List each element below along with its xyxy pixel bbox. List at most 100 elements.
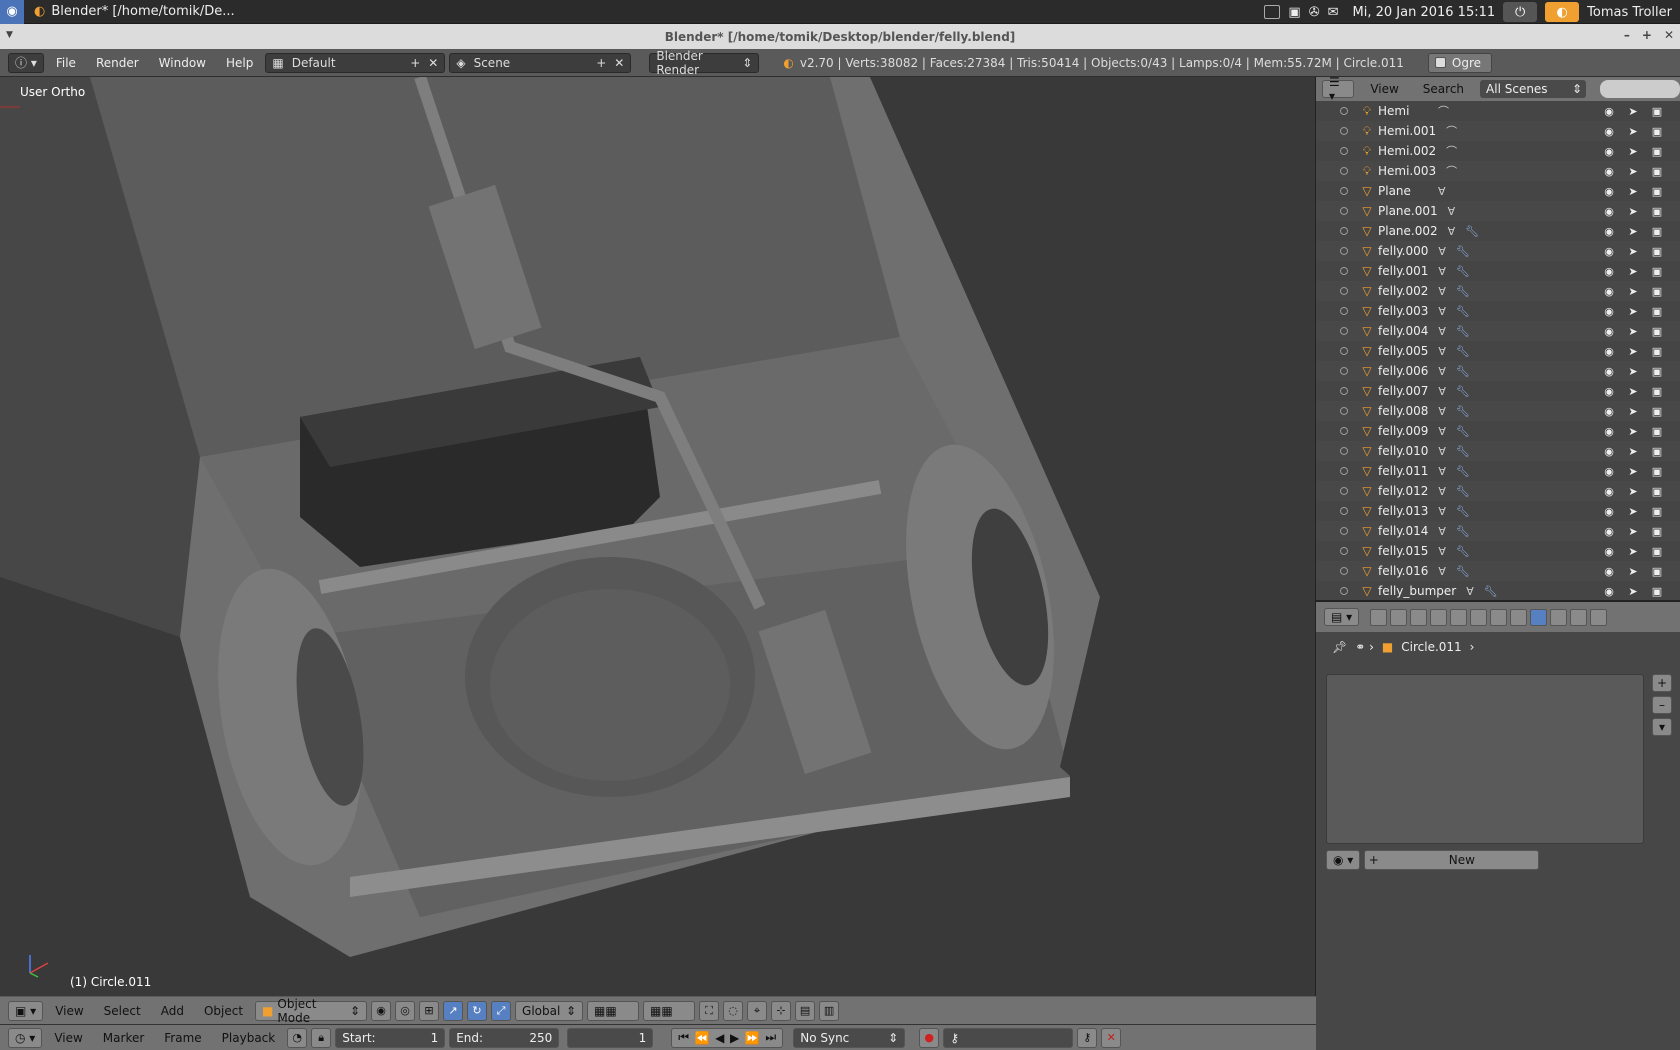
expand-icon[interactable] [1340, 487, 1348, 495]
scale-icon[interactable]: ⤢ [491, 1000, 512, 1021]
outliner-item-name[interactable]: Hemi.003 [1378, 164, 1436, 178]
mesh-data-icon[interactable]: ∀ [1438, 485, 1446, 498]
outliner-item[interactable]: 💡︎ Hemi.001 ⌒ ◉ ➤ ▣ [1316, 121, 1680, 141]
lock-icon[interactable]: ⛶ [699, 1000, 720, 1021]
outliner-item[interactable]: ▽ felly.016 ∀ 🔧︎ ◉ ➤ ▣ [1316, 561, 1680, 581]
visibility-icon[interactable]: ◉ [1602, 105, 1616, 118]
outliner-item[interactable]: ▽ felly.008 ∀ 🔧︎ ◉ ➤ ▣ [1316, 401, 1680, 421]
visibility-icon[interactable]: ◉ [1602, 545, 1616, 558]
lamp-data-icon[interactable]: ⌒ [1446, 123, 1457, 139]
selectable-icon[interactable]: ➤ [1626, 545, 1640, 558]
expand-icon[interactable] [1340, 247, 1348, 255]
visibility-icon[interactable]: ◉ [1602, 185, 1616, 198]
outliner-item[interactable]: ▽ felly.006 ∀ 🔧︎ ◉ ➤ ▣ [1316, 361, 1680, 381]
editor-type-outliner[interactable]: ☰ ▾ [1322, 77, 1355, 103]
outliner-item-name[interactable]: felly.000 [1378, 244, 1428, 258]
outliner-item-name[interactable]: felly.012 [1378, 484, 1428, 498]
selectable-icon[interactable]: ➤ [1626, 225, 1640, 238]
expand-icon[interactable] [1340, 287, 1348, 295]
menu-playback[interactable]: Playback [214, 1031, 284, 1045]
selectable-icon[interactable]: ➤ [1626, 265, 1640, 278]
outliner-item-name[interactable]: felly.013 [1378, 504, 1428, 518]
preview-range-icon[interactable]: ◔ [287, 1027, 308, 1048]
outliner-item[interactable]: ▽ felly_bumper ∀ 🔧︎ ◉ ➤ ▣ [1316, 581, 1680, 600]
selectable-icon[interactable]: ➤ [1626, 105, 1640, 118]
visibility-icon[interactable]: ◉ [1602, 165, 1616, 178]
editor-type-3d[interactable]: ▣ ▾ [8, 1000, 44, 1021]
modifier-icon[interactable]: 🔧︎ [1456, 425, 1470, 438]
renderable-icon[interactable]: ▣ [1650, 485, 1664, 498]
outliner-item[interactable]: ▽ felly.012 ∀ 🔧︎ ◉ ➤ ▣ [1316, 481, 1680, 501]
mesh-data-icon[interactable]: ∀ [1448, 205, 1456, 218]
outliner-item[interactable]: ▽ Plane.002 ∀ 🔧︎ ◉ ➤ ▣ [1316, 221, 1680, 241]
outliner-item[interactable]: ▽ Plane ∀ ◉ ➤ ▣ [1316, 181, 1680, 201]
menu-render[interactable]: Render [88, 56, 147, 70]
lamp-data-icon[interactable]: ⌒ [1438, 103, 1449, 119]
expand-icon[interactable] [1340, 307, 1348, 315]
outliner-item-name[interactable]: felly.014 [1378, 524, 1428, 538]
camera-icon[interactable]: ▥ [819, 1000, 840, 1021]
dropbox-icon[interactable]: ▣ [1288, 5, 1300, 20]
selectable-icon[interactable]: ➤ [1626, 345, 1640, 358]
mesh-data-icon[interactable]: ∀ [1438, 425, 1446, 438]
menu-add[interactable]: Add [153, 1004, 192, 1018]
outliner-search-input[interactable] [1600, 80, 1680, 98]
outliner-item[interactable]: ▽ felly.014 ∀ 🔧︎ ◉ ➤ ▣ [1316, 521, 1680, 541]
visibility-icon[interactable]: ◉ [1602, 145, 1616, 158]
selectable-icon[interactable]: ➤ [1626, 145, 1640, 158]
outliner-item-name[interactable]: felly.003 [1378, 304, 1428, 318]
mesh-data-icon[interactable]: ∀ [1438, 385, 1446, 398]
renderable-icon[interactable]: ▣ [1650, 265, 1664, 278]
expand-icon[interactable] [1340, 467, 1348, 475]
playback-controls[interactable]: ⏮ ⏪ ◀ ▶ ⏩ ⏭ [671, 1027, 784, 1048]
layer-buttons[interactable]: ▦▦ [587, 1000, 640, 1021]
outliner-item-name[interactable]: felly.006 [1378, 364, 1428, 378]
menu-marker[interactable]: Marker [95, 1031, 152, 1045]
visibility-icon[interactable]: ◉ [1602, 245, 1616, 258]
modifier-icon[interactable]: 🔧︎ [1456, 525, 1470, 538]
modifier-icon[interactable]: 🔧︎ [1456, 385, 1470, 398]
expand-icon[interactable] [1340, 547, 1348, 555]
maximize-icon[interactable]: + [1642, 28, 1652, 42]
selectable-icon[interactable]: ➤ [1626, 565, 1640, 578]
selectable-icon[interactable]: ➤ [1626, 125, 1640, 138]
mesh-data-icon[interactable]: ∀ [1438, 345, 1446, 358]
material-browse-button[interactable]: ◉ ▾ [1326, 850, 1361, 870]
material-tab-icon[interactable] [1530, 608, 1548, 626]
outliner-item[interactable]: ▽ felly.007 ∀ 🔧︎ ◉ ➤ ▣ [1316, 381, 1680, 401]
modifier-icon[interactable]: 🔧︎ [1456, 265, 1470, 278]
3d-viewport[interactable]: User Ortho (1) Circle.011 [0, 77, 1316, 996]
visibility-icon[interactable]: ◉ [1602, 505, 1616, 518]
menu-view[interactable]: View [46, 1031, 90, 1045]
insert-key-icon[interactable]: ⚷ [1077, 1027, 1098, 1048]
selectable-icon[interactable]: ➤ [1626, 325, 1640, 338]
renderable-icon[interactable]: ▣ [1650, 305, 1664, 318]
mesh-data-icon[interactable]: ∀ [1438, 305, 1446, 318]
modifiers-tab-icon[interactable] [1490, 608, 1508, 626]
outliner-item-name[interactable]: Plane [1378, 184, 1428, 198]
expand-icon[interactable] [1340, 187, 1348, 195]
renderable-icon[interactable]: ▣ [1650, 545, 1664, 558]
mesh-data-icon[interactable]: ∀ [1438, 405, 1446, 418]
renderable-icon[interactable]: ▣ [1650, 365, 1664, 378]
remove-icon[interactable]: ✕ [614, 56, 624, 70]
mesh-data-icon[interactable]: ∀ [1438, 465, 1446, 478]
selectable-icon[interactable]: ➤ [1626, 465, 1640, 478]
visibility-icon[interactable]: ◉ [1602, 485, 1616, 498]
outliner-item-name[interactable]: felly.004 [1378, 324, 1428, 338]
renderable-icon[interactable]: ▣ [1650, 145, 1664, 158]
texture-tab-icon[interactable] [1550, 608, 1568, 626]
expand-icon[interactable] [1340, 527, 1348, 535]
rotate-icon[interactable]: ↻ [467, 1000, 488, 1021]
modifier-icon[interactable]: 🔧︎ [1456, 285, 1470, 298]
manipulator-icon[interactable]: ⊞ [419, 1000, 440, 1021]
start-frame-field[interactable]: Start: 1 [335, 1027, 446, 1048]
selectable-icon[interactable]: ➤ [1626, 505, 1640, 518]
mesh-data-icon[interactable]: ∀ [1438, 245, 1446, 258]
outliner-item-name[interactable]: Plane.001 [1378, 204, 1438, 218]
visibility-icon[interactable]: ◉ [1602, 405, 1616, 418]
mesh-data-icon[interactable]: ∀ [1438, 525, 1446, 538]
menu-select[interactable]: Select [96, 1004, 149, 1018]
proportional-icon[interactable]: ◌ [723, 1000, 744, 1021]
outliner-item[interactable]: ▽ felly.001 ∀ 🔧︎ ◉ ➤ ▣ [1316, 261, 1680, 281]
